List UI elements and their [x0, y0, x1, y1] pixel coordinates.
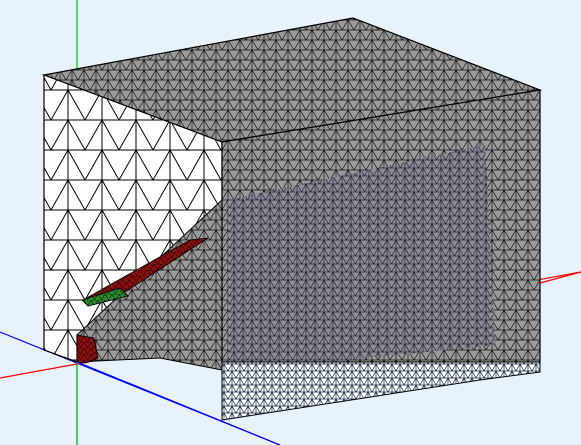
3d-mesh-viewport[interactable] [0, 0, 581, 445]
x-axis-front [539, 271, 581, 284]
mesh-bottom-strip [221, 361, 541, 421]
